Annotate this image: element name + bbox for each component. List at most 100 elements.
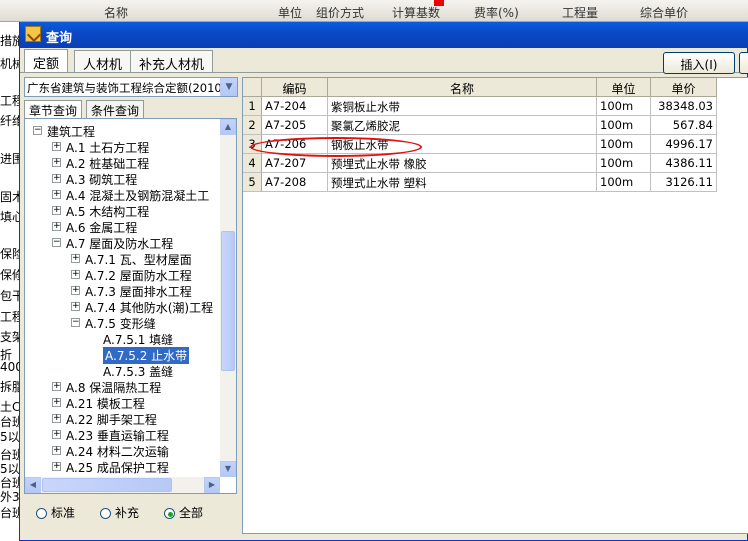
tree-node-label: A.7.5 变形缝	[85, 317, 156, 331]
tree-node-label: A.6 金属工程	[66, 221, 138, 235]
bg-col-qty: 工程量	[562, 6, 599, 20]
expand-icon[interactable]: +	[71, 270, 80, 279]
cell-price[interactable]: 4996.17	[651, 135, 717, 154]
grid-col-unit[interactable]: 单位	[597, 78, 651, 97]
radio-all[interactable]: 全部	[164, 504, 203, 521]
tree-node-label: A.7.4 其他防水(潮)工程	[85, 301, 214, 315]
tab-supplementary[interactable]: 补充人材机	[130, 50, 214, 73]
row-number[interactable]: 1	[243, 97, 262, 116]
tree-node-label: A.5 木结构工程	[66, 205, 150, 219]
expand-icon[interactable]: +	[52, 158, 61, 167]
cell-code[interactable]: A7-204	[262, 97, 328, 116]
tab-labor-material-machine[interactable]: 人材机	[74, 50, 132, 73]
radio-supplement[interactable]: 补充	[100, 504, 139, 521]
expand-icon[interactable]: +	[71, 302, 80, 311]
tree-node-label: A.7.5.3 盖缝	[103, 365, 174, 379]
tree-vertical-scrollbar[interactable]: ▲ ▼	[220, 119, 236, 477]
grid-col-name[interactable]: 名称	[328, 78, 597, 97]
tree-node-label: A.7.5.1 填缝	[103, 333, 174, 347]
collapse-icon[interactable]: −	[33, 126, 42, 135]
tree-node-label: A.7 屋面及防水工程	[66, 237, 174, 251]
background-grid-header: 名称 单位 组价方式 计算基数 费率(%) 工程量 综合单价	[0, 0, 748, 22]
scroll-left-icon[interactable]: ◀	[25, 477, 41, 493]
expand-icon[interactable]: +	[52, 430, 61, 439]
tree-horizontal-scrollbar[interactable]: ◀ ▶	[25, 477, 220, 493]
tree-node-label: A.7.2 屋面防水工程	[85, 269, 192, 283]
cell-unit[interactable]: 100m	[597, 173, 651, 192]
cell-unit[interactable]: 100m	[597, 154, 651, 173]
expand-icon[interactable]: +	[52, 206, 61, 215]
row-number[interactable]: 4	[243, 154, 262, 173]
row-number[interactable]: 2	[243, 116, 262, 135]
cell-code[interactable]: A7-205	[262, 116, 328, 135]
tree-node-label: A.4 混凝土及钢筋混凝土工	[66, 189, 210, 203]
scroll-down-icon[interactable]: ▼	[220, 461, 236, 477]
tab-quota[interactable]: 定额	[24, 49, 69, 73]
bg-col-base: 计算基数	[392, 6, 441, 20]
chapter-tree: − 建筑工程 + A.1 土石方工程 + A.2 桩基础工程 + A.3 砌筑工程 + A.4 混…	[24, 118, 237, 494]
quota-library-value: 广东省建筑与装饰工程综合定额(2010)	[27, 81, 227, 95]
tree-node-label: A.22 脚手架工程	[66, 413, 157, 427]
expand-icon[interactable]: +	[52, 446, 61, 455]
bg-col-name: 名称	[104, 6, 129, 20]
cell-price[interactable]: 3126.11	[651, 173, 717, 192]
cell-name[interactable]: 紫铜板止水带	[328, 97, 597, 116]
cell-unit[interactable]: 100m	[597, 97, 651, 116]
tree-vscroll-thumb[interactable]	[221, 231, 235, 371]
chevron-down-icon[interactable]: ▼	[220, 78, 237, 96]
bg-col-pricing: 组价方式	[316, 6, 365, 20]
quota-results-grid: 编码 名称 单位 单价 1 A7-204 紫铜板止水带 100m 38348.03 2 A7…	[242, 77, 748, 534]
next-button-partial[interactable]	[739, 52, 748, 74]
expand-icon[interactable]: +	[52, 382, 61, 391]
tree-node-label-selected: A.7.5.2 止水带	[103, 347, 190, 364]
cell-name[interactable]: 预埋式止水带 橡胶	[328, 154, 597, 173]
insert-button[interactable]: 插入(I)	[663, 52, 735, 74]
scroll-right-icon[interactable]: ▶	[204, 477, 220, 493]
tree-node-label: 建筑工程	[47, 125, 96, 139]
expand-icon[interactable]: +	[52, 174, 61, 183]
tree-node-label: A.21 模板工程	[66, 397, 145, 411]
tree-node-label: A.1 土石方工程	[66, 141, 150, 155]
grid-col-price[interactable]: 单价	[651, 78, 717, 97]
expand-icon[interactable]: +	[71, 286, 80, 295]
bg-col-rate: 费率(%)	[474, 6, 519, 20]
tab-divider	[20, 72, 748, 73]
tab-condition-query[interactable]: 条件查询	[86, 100, 145, 118]
cell-unit[interactable]: 100m	[597, 116, 651, 135]
cell-name[interactable]: 聚氯乙烯胶泥	[328, 116, 597, 135]
cell-price[interactable]: 38348.03	[651, 97, 717, 116]
collapse-icon[interactable]: −	[71, 318, 80, 327]
tree-node-label: A.25 成品保护工程	[66, 461, 169, 475]
quota-library-select[interactable]: 广东省建筑与装饰工程综合定额(2010) ▼	[24, 77, 238, 97]
tree-node-label: A.2 桩基础工程	[66, 157, 150, 171]
cell-price[interactable]: 567.84	[651, 116, 717, 135]
expand-icon[interactable]: +	[52, 414, 61, 423]
grid-col-code[interactable]: 编码	[262, 78, 328, 97]
dialog-titlebar[interactable]: 查询	[20, 22, 748, 48]
radio-dot[interactable]	[36, 508, 47, 519]
scroll-up-icon[interactable]: ▲	[220, 119, 236, 135]
expand-icon[interactable]: +	[71, 254, 80, 263]
expand-icon[interactable]: +	[52, 462, 61, 471]
bg-red-marker	[434, 0, 444, 6]
expand-icon[interactable]: +	[52, 190, 61, 199]
radio-dot-selected[interactable]	[164, 508, 175, 519]
cell-unit[interactable]: 100m	[597, 135, 651, 154]
radio-dot[interactable]	[100, 508, 111, 519]
tab-chapter-query[interactable]: 章节查询	[24, 100, 83, 118]
expand-icon[interactable]: +	[52, 398, 61, 407]
tree-hscroll-thumb[interactable]	[42, 478, 172, 492]
expand-icon[interactable]: +	[52, 142, 61, 151]
expand-icon[interactable]: +	[52, 222, 61, 231]
collapse-icon[interactable]: −	[52, 238, 61, 247]
dialog-title: 查询	[46, 31, 73, 46]
cell-code[interactable]: A7-207	[262, 154, 328, 173]
cell-name[interactable]: 预埋式止水带 塑料	[328, 173, 597, 192]
tree-node-label: A.3 砌筑工程	[66, 173, 138, 187]
radio-standard-label: 标准	[51, 506, 76, 520]
cell-code[interactable]: A7-208	[262, 173, 328, 192]
filter-radio-group: 标准 补充 全部	[24, 494, 238, 534]
radio-standard[interactable]: 标准	[36, 504, 75, 521]
cell-price[interactable]: 4386.11	[651, 154, 717, 173]
row-number[interactable]: 5	[243, 173, 262, 192]
